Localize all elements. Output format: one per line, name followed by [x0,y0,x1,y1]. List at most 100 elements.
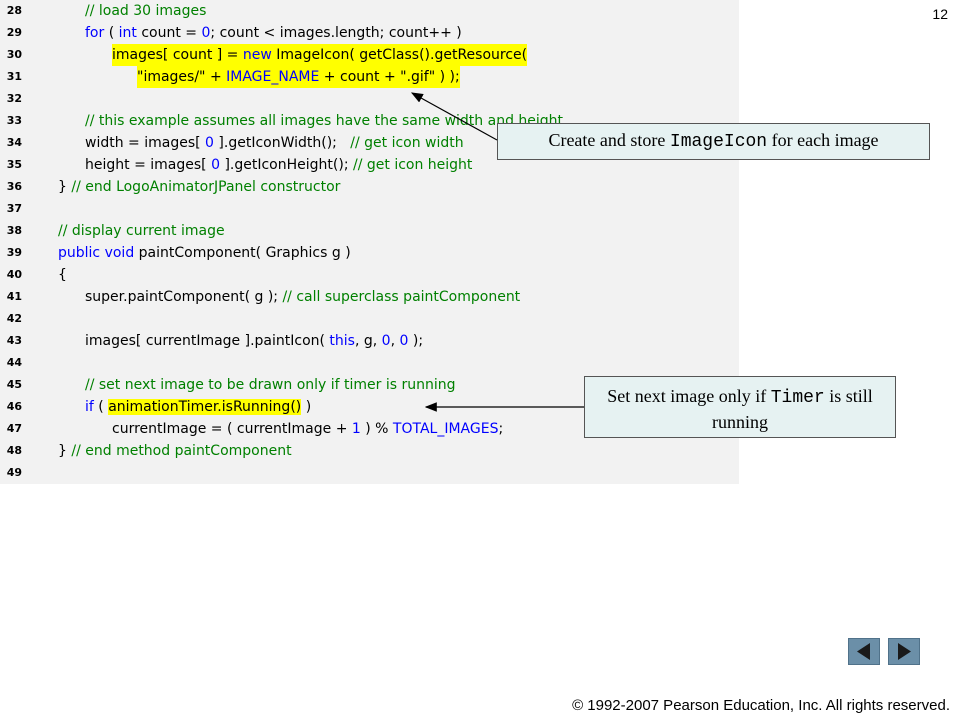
code-text: { [58,264,67,286]
line-number: 39 [6,246,22,259]
code-line: 38 // display current image [0,220,739,242]
code-token: ImageIcon( getClass().getResource( [271,47,528,63]
triangle-left-icon [857,643,870,660]
code-line: 43 images[ currentImage ].paintIcon( this… [0,330,739,352]
code-token: currentImage = ( currentImage + [112,421,352,437]
code-token: // get icon height [353,157,473,173]
code-token: ( [93,399,109,415]
code-token: ].getIconWidth(); [213,135,351,151]
code-token: TOTAL_IMAGES [392,421,499,437]
code-token: height = images[ [85,157,212,173]
code-token: ".gif" [400,69,436,85]
callout-imageicon: Create and store ImageIcon for each imag… [497,123,930,160]
code-token: 0 [205,135,214,151]
triangle-right-icon [898,643,911,660]
line-number: 30 [6,48,22,61]
code-text: // set next image to be drawn only if ti… [85,374,456,396]
callout-text-before: Set next image only if [607,386,771,406]
line-number: 34 [6,136,22,149]
code-text: } // end LogoAnimatorJPanel constructor [58,176,340,198]
line-number: 37 [6,202,22,215]
code-token: { [58,267,67,283]
code-token: new [242,47,272,63]
code-text: currentImage = ( currentImage + 1 ) % TO… [112,418,503,440]
code-token: .paintComponent( g ); [123,289,283,305]
code-token: } [58,179,72,195]
line-number: 45 [6,378,22,391]
callout-text-code: ImageIcon [669,132,768,152]
code-token: ) % [360,421,393,437]
code-token: images[ currentImage ].paintIcon( [85,333,330,349]
code-token: this [329,333,355,349]
code-token: ); [408,333,424,349]
code-token: for [85,25,105,41]
callout-text-before: Create and store [548,130,670,150]
code-token: animationTimer.isRunning() [108,399,302,415]
code-line: 36} // end LogoAnimatorJPanel constructo… [0,176,739,198]
line-number: 31 [6,70,22,83]
code-token: public [58,245,101,261]
code-token: ; count < images.length; count++ ) [210,25,462,41]
line-number: 41 [6,290,22,303]
code-text: height = images[ 0 ].getIconHeight(); //… [85,154,472,176]
line-number: 44 [6,356,22,369]
line-number: 33 [6,114,22,127]
code-line: 44 [0,352,739,374]
code-line: 39 public void paintComponent( Graphics g… [0,242,739,264]
code-token: ( [104,25,119,41]
code-token: // end method paintComponent [71,443,292,459]
code-text: } // end method paintComponent [58,440,292,462]
line-number: 42 [6,312,22,325]
code-token: // load 30 images [85,3,207,19]
code-line: 29 for ( int count = 0; count < images.le… [0,22,739,44]
code-line: 40 { [0,264,739,286]
code-token: images[ count ] = [112,47,243,63]
code-token: + [205,69,227,85]
code-token: super [85,289,124,305]
code-text: "images/" + IMAGE_NAME + count + ".gif" … [137,66,460,88]
code-token: ) [301,399,312,415]
code-text: width = images[ 0 ].getIconWidth(); // g… [85,132,464,154]
code-line: 28 // load 30 images [0,0,739,22]
code-text: // display current image [58,220,225,242]
code-token: // end LogoAnimatorJPanel constructor [71,179,341,195]
line-number: 40 [6,268,22,281]
callout-timer: Set next image only if Timer is still ru… [584,376,896,438]
code-line: 32 [0,88,739,110]
code-token: int [118,25,137,41]
next-slide-button[interactable] [888,638,920,665]
code-token: void [104,245,135,261]
code-line: 41 super.paintComponent( g ); // call sup… [0,286,739,308]
code-text: images[ currentImage ].paintIcon( this, … [85,330,423,352]
code-token: ) ); [435,69,460,85]
code-token: width = images[ [85,135,206,151]
line-number: 46 [6,400,22,413]
code-token: , g, [354,333,382,349]
code-token: 0 [211,157,220,173]
copyright-notice: © 1992-2007 Pearson Education, Inc. All … [572,697,950,714]
line-number: 43 [6,334,22,347]
code-token: + count + [319,69,401,85]
code-line: 48} // end method paintComponent [0,440,739,462]
code-token: } [58,443,72,459]
previous-slide-button[interactable] [848,638,880,665]
line-number: 32 [6,92,22,105]
code-text: super.paintComponent( g ); // call super… [85,286,520,308]
line-number: 47 [6,422,22,435]
code-token: if [85,399,94,415]
code-token: 0 [381,333,391,349]
line-number: 38 [6,224,22,237]
line-number: 49 [6,466,22,479]
code-token: // display current image [58,223,225,239]
line-number: 28 [6,4,22,17]
line-number: 36 [6,180,22,193]
line-number: 48 [6,444,22,457]
code-token: ; [498,421,504,437]
code-text: // load 30 images [85,0,206,22]
code-line: 37 [0,198,739,220]
code-token: // this example assumes all images have … [85,113,564,129]
code-token: // call superclass paintComponent [282,289,521,305]
code-text: public void paintComponent( Graphics g ) [58,242,351,264]
page-number: 12 [932,6,948,22]
line-number: 29 [6,26,22,39]
